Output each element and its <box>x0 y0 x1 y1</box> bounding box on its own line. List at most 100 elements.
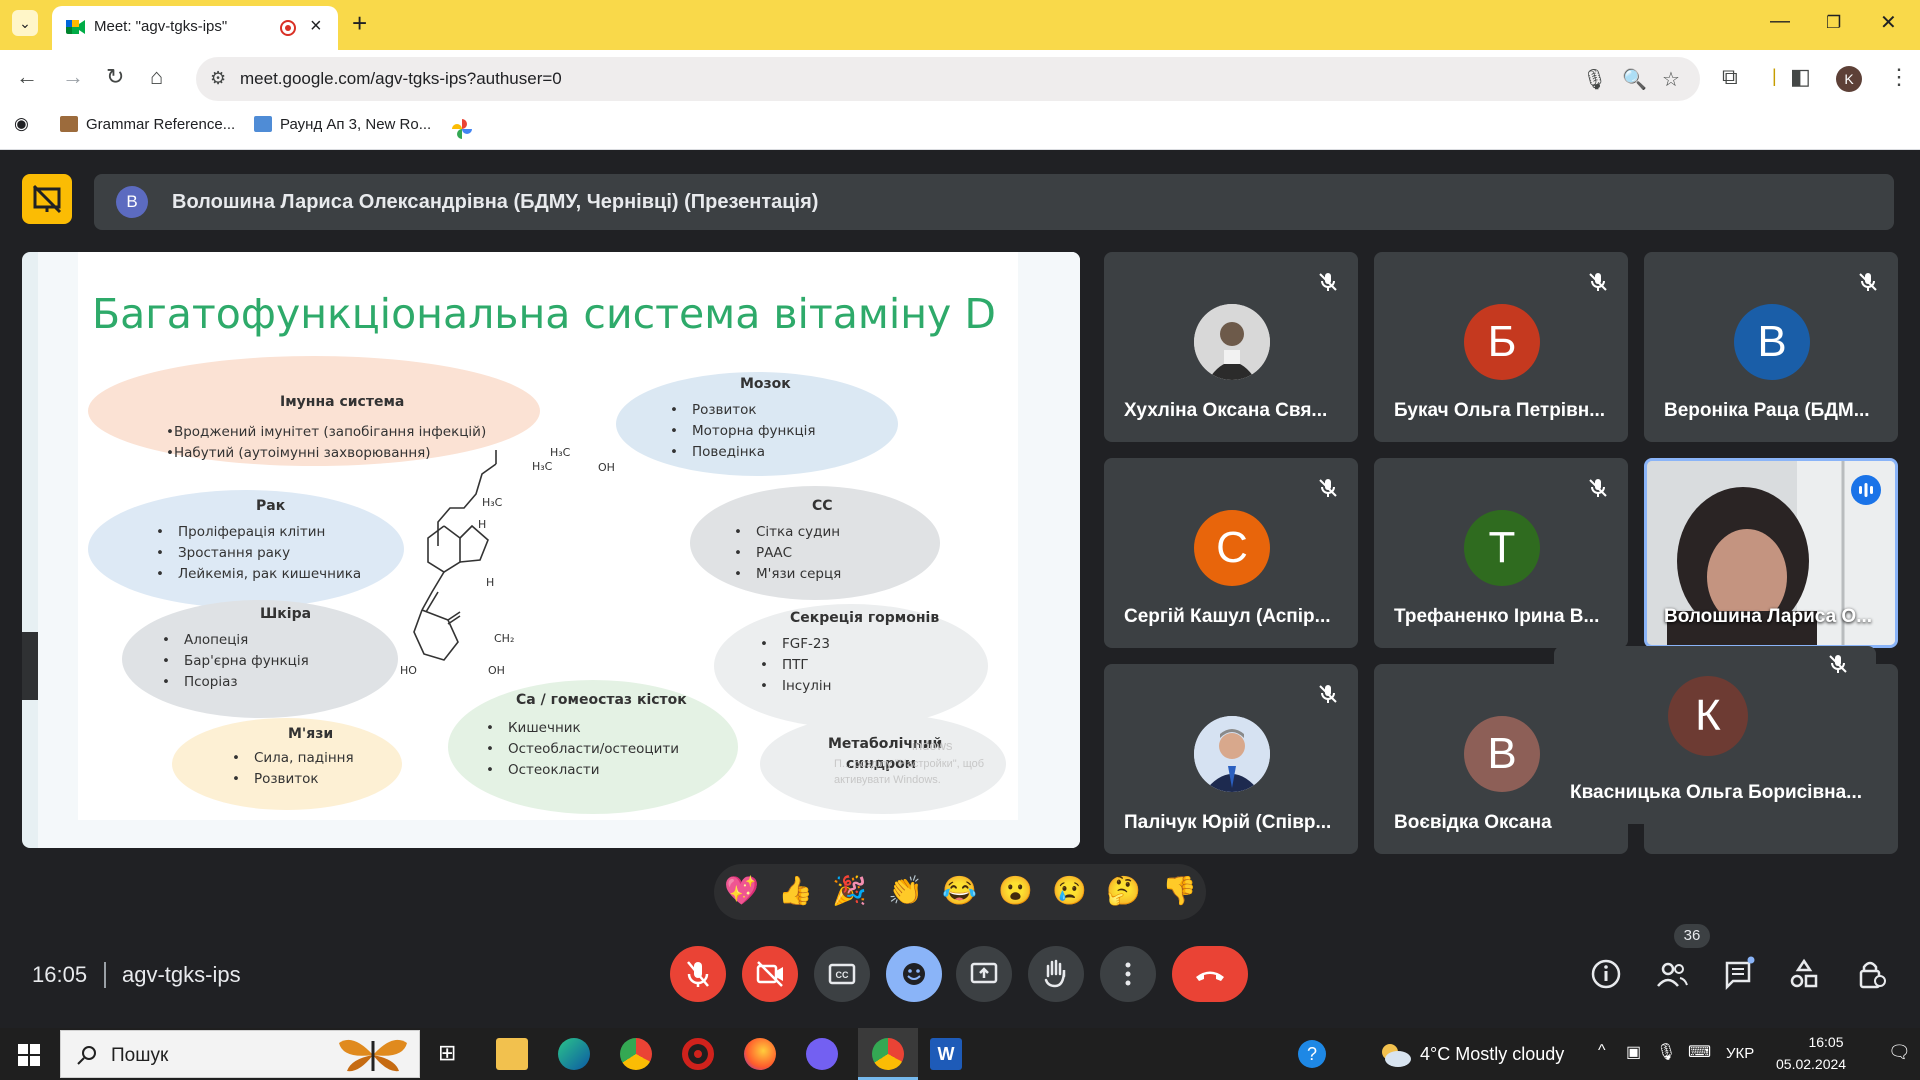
chat-icon[interactable] <box>1720 956 1756 992</box>
close-tab-icon[interactable]: × <box>310 15 322 38</box>
tab-search-button[interactable]: ⌄ <box>12 10 38 36</box>
browser-tab-meet[interactable]: Meet: "agv-tgks-ips" × <box>52 6 338 50</box>
participant-tile[interactable]: Хухліна Оксана Свя... <box>1104 252 1358 442</box>
presenter-banner: В Волошина Лариса Олександрівна (БДМУ, Ч… <box>94 174 1894 230</box>
notifications-icon[interactable]: 🗨 <box>1888 1042 1911 1063</box>
people-icon[interactable] <box>1654 956 1690 992</box>
presentation-view[interactable]: Багатофункціональна система вітаміну D І… <box>22 252 1080 848</box>
bookmark-round-up[interactable]: Раунд Ап 3, New Ro... <box>254 116 431 133</box>
activities-icon[interactable] <box>1786 956 1822 992</box>
firefox-browser-icon[interactable] <box>744 1038 776 1070</box>
opera-browser-icon[interactable] <box>682 1038 714 1070</box>
raise-hand-icon <box>1044 959 1066 988</box>
molecule-ch2: CH₂ <box>494 632 515 645</box>
participant-name: Волошина Лариса О... <box>1664 606 1873 627</box>
laughing-reaction[interactable]: 😂 <box>942 874 977 907</box>
raise-hand-button[interactable] <box>1028 946 1084 1002</box>
clapping-reaction[interactable]: 👏 <box>888 874 923 907</box>
floating-participant-tile[interactable]: К Квасницька Ольга Борисівна... <box>1554 646 1876 824</box>
mic-off-icon <box>1589 479 1607 497</box>
back-icon[interactable]: ← <box>16 64 38 90</box>
active-chrome-taskbar-button[interactable] <box>858 1028 918 1080</box>
participant-tile[interactable]: Палічук Юрій (Співр... <box>1104 664 1358 854</box>
zoom-icon[interactable]: 🔍 <box>1622 67 1647 92</box>
meeting-time: 16:05 <box>32 962 88 987</box>
microphone-tray-icon[interactable]: 🎙 <box>1656 1042 1676 1062</box>
extensions-icon[interactable]: ⧉ <box>1722 64 1738 90</box>
forward-icon[interactable]: → <box>62 64 84 90</box>
meet-tray-icon[interactable]: ▣ <box>1626 1042 1641 1062</box>
stop-presenting-button[interactable] <box>22 174 72 224</box>
mic-off-icon <box>1319 685 1337 703</box>
cv-list: Сітка судин РААС М'язи серця <box>734 522 841 585</box>
viber-icon[interactable] <box>806 1038 838 1070</box>
globe-icon[interactable]: ◉ <box>14 114 29 134</box>
participant-tile[interactable]: В Вероніка Раца (БДМ... <box>1644 252 1898 442</box>
host-controls-icon[interactable] <box>1852 956 1888 992</box>
crying-reaction[interactable]: 😢 <box>1052 874 1087 907</box>
windows-start-icon[interactable] <box>18 1044 40 1066</box>
active-speaker-tile[interactable]: Волошина Лариса О... <box>1644 458 1898 648</box>
bookmarks-bar: ◉ Grammar Reference... Раунд Ап 3, New R… <box>0 108 1920 150</box>
profile-avatar[interactable]: K <box>1836 66 1862 92</box>
clock-date[interactable]: 05.02.2024 <box>1776 1056 1846 1072</box>
word-app-icon[interactable]: W <box>930 1038 962 1070</box>
weather-text[interactable]: 4°C Mostly cloudy <box>1420 1044 1564 1065</box>
keyboard-icon[interactable]: ⌨ <box>1688 1042 1711 1062</box>
meeting-info-icon[interactable] <box>1588 956 1624 992</box>
muscle-title: М'язи <box>288 726 334 742</box>
site-info-icon[interactable]: ⚙ <box>210 68 226 89</box>
task-view-icon[interactable]: ⊞ <box>438 1040 456 1066</box>
browser-menu-icon[interactable]: ⋮ <box>1888 64 1910 90</box>
thumbs-down-reaction[interactable]: 👎 <box>1162 874 1197 907</box>
clock-time[interactable]: 16:05 <box>1794 1034 1858 1050</box>
reactions-bar: 💖 👍 🎉 👏 😂 😮 😢 🤔 👎 <box>714 864 1206 920</box>
close-window-icon[interactable]: ✕ <box>1880 10 1897 35</box>
bookmark-star-icon[interactable]: ☆ <box>1662 67 1680 92</box>
input-language[interactable]: УКР <box>1726 1045 1754 1062</box>
microphone-toggle-button[interactable] <box>670 946 726 1002</box>
participant-tile[interactable]: С Сергій Кашул (Аспір... <box>1104 458 1358 648</box>
minimize-window-icon[interactable]: — <box>1770 10 1790 33</box>
thinking-reaction[interactable]: 🤔 <box>1106 874 1141 907</box>
home-icon[interactable]: ⌂ <box>150 64 163 90</box>
side-panel-icon[interactable]: ◧ <box>1790 64 1811 90</box>
participant-tile[interactable]: Т Трефаненко Ірина В... <box>1374 458 1628 648</box>
reactions-button[interactable] <box>886 946 942 1002</box>
address-bar[interactable]: ⚙ meet.google.com/agv-tgks-ips?authuser=… <box>196 57 1700 101</box>
bookmark-grammar[interactable]: Grammar Reference... <box>60 116 235 133</box>
new-tab-button[interactable]: + <box>352 8 367 39</box>
captions-button[interactable]: CC <box>814 946 870 1002</box>
reload-icon[interactable]: ↻ <box>106 64 124 90</box>
taskbar-search-box[interactable]: Пошук <box>60 1030 420 1078</box>
browser-tab-strip: ⌄ Meet: "agv-tgks-ips" × + — ❐ ✕ <box>0 0 1920 50</box>
bone-list: Кишечник Остеобласти/остеоцити Остеоклас… <box>486 718 679 781</box>
sparkling-heart-reaction[interactable]: 💖 <box>724 874 759 907</box>
more-options-button[interactable] <box>1100 946 1156 1002</box>
present-screen-button[interactable] <box>956 946 1012 1002</box>
weather-cloud-icon[interactable] <box>1378 1040 1412 1068</box>
participant-name: Вероніка Раца (БДМ... <box>1664 400 1870 421</box>
leave-call-button[interactable] <box>1172 946 1248 1002</box>
url-text[interactable]: meet.google.com/agv-tgks-ips?authuser=0 <box>240 69 562 89</box>
slide-title: Багатофункціональна система вітаміну D <box>92 290 996 338</box>
microphone-icon[interactable]: 🎙 <box>1582 67 1607 92</box>
show-hidden-icons-chevron-icon[interactable]: ^ <box>1598 1042 1606 1060</box>
restore-window-icon[interactable]: ❐ <box>1826 13 1841 33</box>
participant-name: Воєвідка Оксана <box>1394 812 1552 833</box>
google-meet-icon <box>66 20 85 34</box>
surprised-reaction[interactable]: 😮 <box>998 874 1033 907</box>
participant-tile[interactable]: Б Букач Ольга Петрівн... <box>1374 252 1628 442</box>
participant-photo <box>1194 716 1270 792</box>
edge-browser-icon[interactable] <box>558 1038 590 1070</box>
participant-avatar: В <box>1464 716 1540 792</box>
google-photos-icon[interactable] <box>452 119 472 139</box>
cancer-list: Проліферація клітин Зростання раку Лейке… <box>156 522 361 585</box>
molecule-oh-top: OH <box>598 461 615 474</box>
party-popper-reaction[interactable]: 🎉 <box>832 874 867 907</box>
thumbs-up-reaction[interactable]: 👍 <box>778 874 813 907</box>
camera-toggle-button[interactable] <box>742 946 798 1002</box>
help-icon[interactable]: ? <box>1298 1040 1326 1068</box>
chrome-browser-icon[interactable] <box>620 1038 652 1070</box>
file-explorer-icon[interactable] <box>496 1038 528 1070</box>
